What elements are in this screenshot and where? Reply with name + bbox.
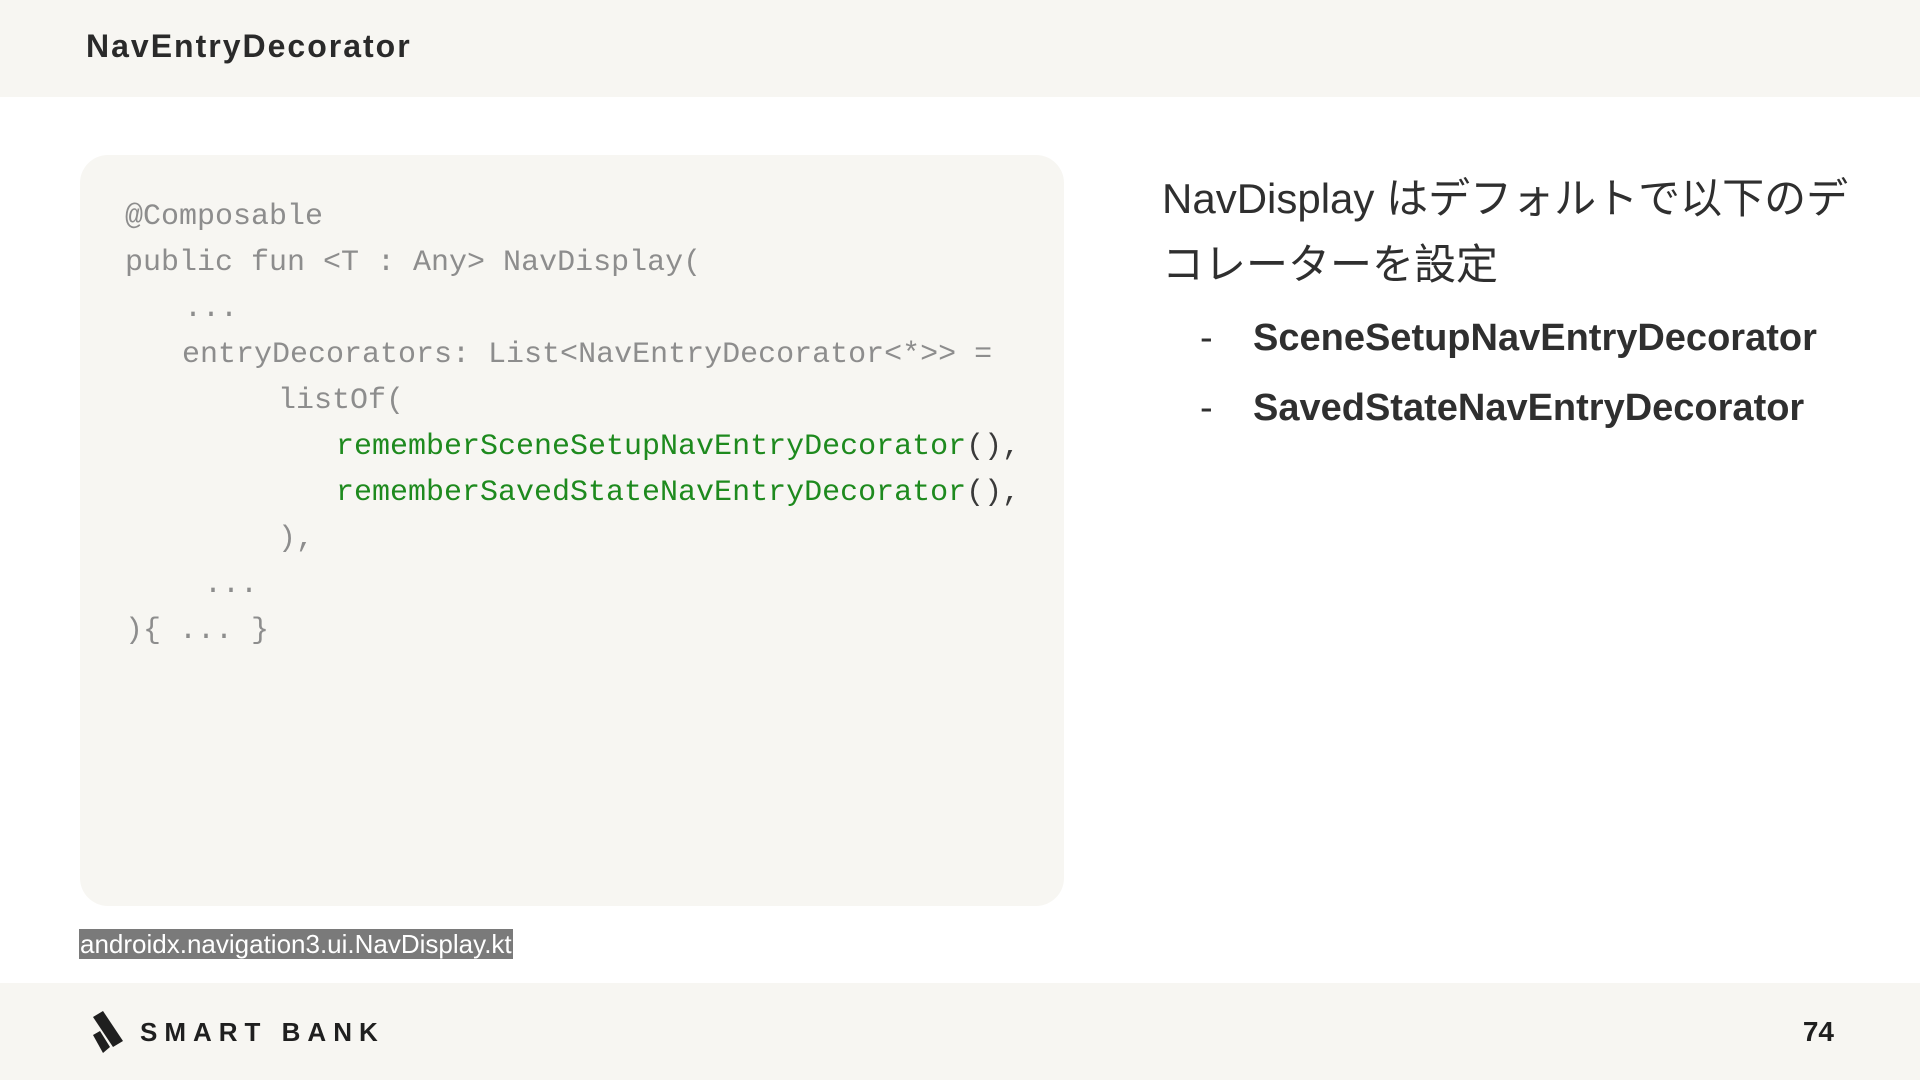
smartbank-logo-icon <box>93 1011 123 1053</box>
bullet-dash: - <box>1200 317 1213 359</box>
code-call-suffix: (), <box>966 476 1021 510</box>
code-line: listOf( <box>278 384 405 418</box>
code-function-name: rememberSavedStateNavEntryDecorator <box>336 476 967 510</box>
description-text: NavDisplay はデフォルトで以下のデコレーターを設定 <box>1162 175 1849 288</box>
code-line: ... <box>184 292 239 326</box>
code-line: public fun <T : Any> NavDisplay( <box>125 246 702 280</box>
code-line-highlight: rememberSceneSetupNavEntryDecorator(), <box>336 429 1020 465</box>
code-line-highlight: rememberSavedStateNavEntryDecorator(), <box>336 475 1020 511</box>
code-line: entryDecorators: List<NavEntryDecorator<… <box>182 338 993 372</box>
code-function-name: rememberSceneSetupNavEntryDecorator <box>336 430 967 464</box>
slide-title: NavEntryDecorator <box>86 28 412 64</box>
code-line: @Composable <box>125 200 324 234</box>
bullet-dash: - <box>1200 387 1213 429</box>
bullet-text: SceneSetupNavEntryDecorator <box>1253 317 1817 359</box>
code-line: ){ ... } <box>125 614 270 648</box>
code-block: @Composable public fun <T : Any> NavDisp… <box>80 155 1064 906</box>
code-line: ), <box>278 522 315 556</box>
slide-header: NavEntryDecorator <box>0 0 1920 97</box>
code-line: ... <box>204 568 259 602</box>
logo-text: SMART BANK <box>140 1017 385 1047</box>
source-file-label: androidx.navigation3.ui.NavDisplay.kt <box>79 929 513 959</box>
bullet-text: SavedStateNavEntryDecorator <box>1253 387 1805 429</box>
page-number: 74 <box>1802 1016 1834 1047</box>
code-call-suffix: (), <box>966 430 1021 464</box>
